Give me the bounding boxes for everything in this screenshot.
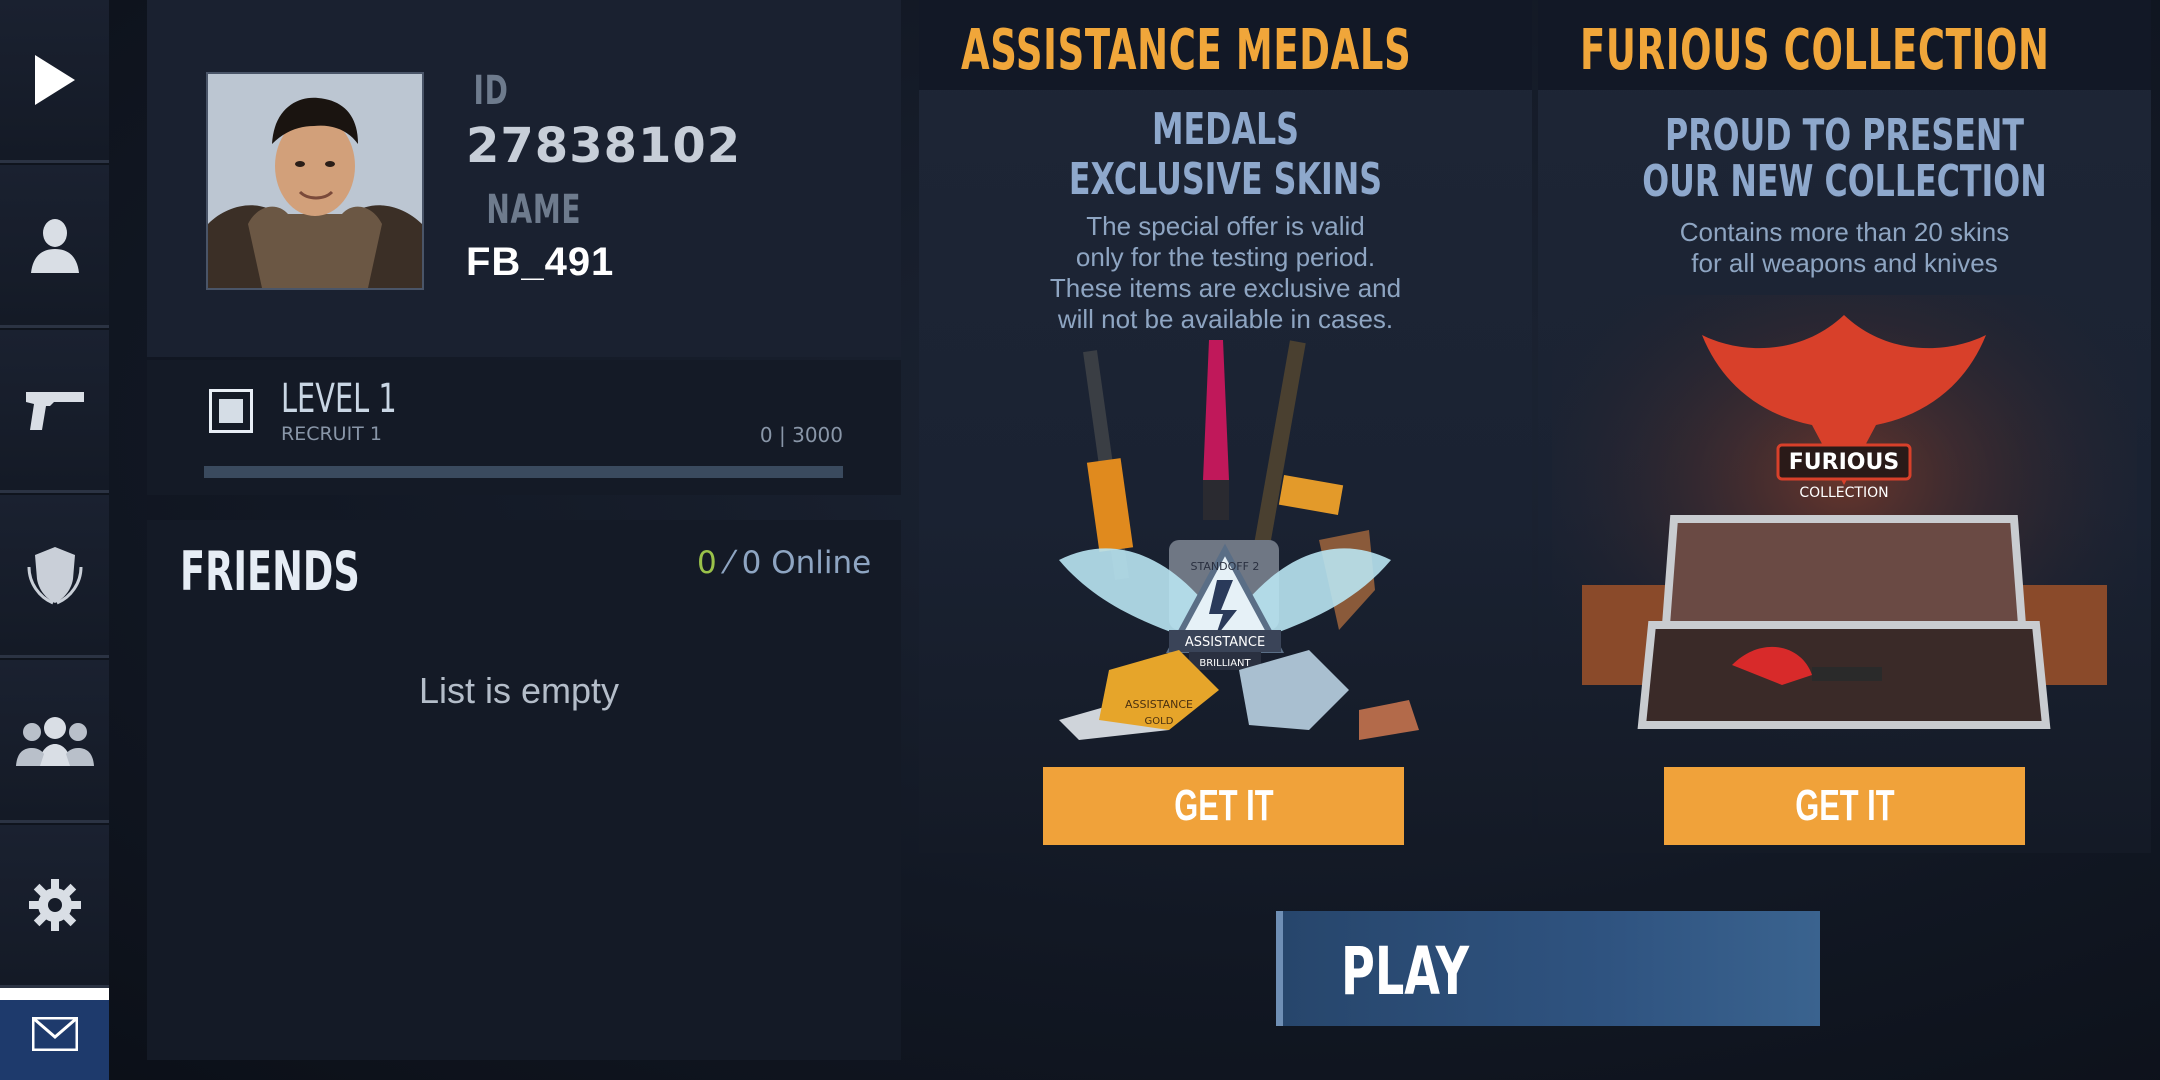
shield-icon (27, 547, 82, 605)
medal-label-assistance-gold: ASSISTANCE (1125, 698, 1193, 711)
get-it-label: GET IT (1173, 781, 1274, 830)
user-icon (30, 219, 79, 273)
medal-label-assistance: ASSISTANCE (1185, 635, 1265, 650)
name-label: NAME (486, 187, 582, 233)
level-xp: 0 | 3000 (759, 423, 843, 447)
level-rank-icon (209, 389, 253, 433)
furious-logo-text: FURIOUS (1789, 450, 1899, 475)
online-number: 0 (697, 545, 717, 581)
sidebar-item-weapons[interactable] (0, 330, 109, 493)
offer-desc-1: Contains more than 20 skins (1679, 217, 2010, 247)
group-icon (15, 717, 94, 766)
medal-label-gold: GOLD (1145, 716, 1174, 727)
id-value: 27838102 (466, 118, 742, 174)
offer-desc-2: for all weapons and knives (1691, 248, 1998, 278)
sidebar (0, 0, 109, 1080)
get-it-button-assistance-medals[interactable]: GET IT (1043, 767, 1404, 845)
play-label: PLAY (1341, 933, 1470, 1010)
medals-skins-artwork: ASSISTANCE BRILLIANT STANDOFF 2 ASSISTAN… (1059, 340, 1419, 740)
level-title: LEVEL 1 (281, 376, 397, 422)
pistol-icon (25, 392, 84, 430)
friends-online-count: 0 ⁄ 0 Online (697, 545, 871, 581)
furious-collection-artwork: FURIOUS COLLECTION (1552, 295, 2137, 755)
offer-headline-1: PROUD TO PRESENT (1664, 110, 2024, 161)
collection-logo-text: COLLECTION (1799, 485, 1888, 501)
sidebar-item-mail[interactable] (0, 988, 109, 1080)
sidebar-item-friends[interactable] (0, 660, 109, 823)
offer-title: FURIOUS COLLECTION (1580, 18, 2050, 83)
friends-title: FRIENDS (180, 540, 360, 603)
offer-desc-2: only for the testing period. (1075, 242, 1376, 272)
offer-headline-2: EXCLUSIVE SKINS (1068, 154, 1383, 205)
sidebar-item-settings[interactable] (0, 825, 109, 988)
get-it-button-furious-collection[interactable]: GET IT (1664, 767, 2025, 845)
offer-desc-3: These items are exclusive and (1049, 273, 1402, 303)
avatar-photo (208, 74, 422, 288)
offer-card-assistance-medals: ASSISTANCE MEDALS MEDALS EXCLUSIVE SKINS… (919, 0, 1532, 853)
gear-icon (28, 879, 81, 931)
sidebar-item-profile[interactable] (0, 165, 109, 328)
id-label: ID (473, 68, 509, 114)
mail-active-indicator (0, 988, 109, 1000)
medal-label-standoff: STANDOFF 2 (1191, 560, 1260, 573)
sidebar-item-clan[interactable] (0, 495, 109, 658)
medal-label-brilliant: BRILLIANT (1199, 658, 1251, 669)
avatar[interactable] (206, 72, 424, 290)
offer-headline-1: MEDALS (1152, 104, 1299, 155)
mail-icon (31, 1017, 78, 1051)
friends-empty-message: List is empty (418, 670, 620, 711)
play-icon (34, 55, 75, 105)
xp-progress-bar (204, 466, 843, 478)
level-rank: RECRUIT 1 (281, 423, 382, 445)
sidebar-item-play[interactable] (0, 0, 109, 163)
offer-headline-2: OUR NEW COLLECTION (1642, 156, 2047, 207)
offer-card-furious-collection: FURIOUS COLLECTION PROUD TO PRESENT OUR … (1538, 0, 2151, 853)
get-it-label: GET IT (1794, 781, 1895, 830)
play-button[interactable]: PLAY (1276, 911, 1820, 1026)
offer-desc-1: The special offer is valid (1086, 211, 1365, 241)
online-suffix: ⁄ 0 Online (716, 545, 872, 581)
name-value: FB_491 (466, 240, 615, 284)
offer-title: ASSISTANCE MEDALS (961, 18, 1412, 83)
